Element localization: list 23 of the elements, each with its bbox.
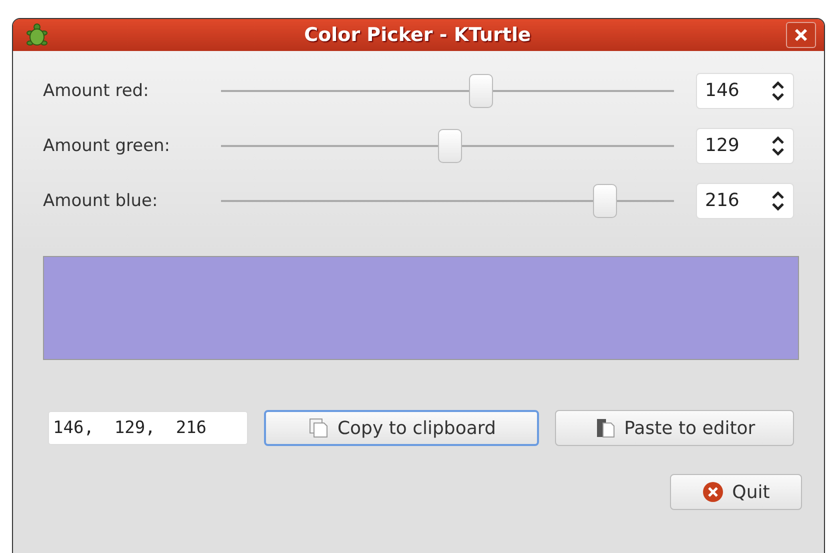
slider-handle[interactable]	[592, 184, 617, 218]
spin-arrows-icon[interactable]	[771, 80, 785, 102]
window-title: Color Picker - KTurtle	[303, 24, 532, 46]
turtle-icon	[25, 23, 49, 47]
paste-icon	[594, 417, 616, 439]
slider-label: Amount green:	[43, 136, 172, 156]
close-button[interactable]	[786, 22, 816, 48]
slider-handle[interactable]	[438, 128, 462, 162]
color-code-field[interactable]: 146, 129, 216	[48, 411, 248, 445]
close-icon	[794, 28, 808, 42]
quit-button[interactable]: Quit	[670, 474, 802, 510]
slider-label: Amount red:	[43, 80, 150, 100]
spin-box[interactable]: 129	[696, 128, 794, 164]
quit-icon	[702, 481, 724, 503]
spin-box[interactable]: 216	[696, 182, 794, 218]
spin-arrows-icon[interactable]	[771, 134, 785, 156]
paste-button[interactable]: Paste to editor	[555, 410, 794, 446]
copy-button[interactable]: Copy to clipboard	[264, 410, 540, 446]
slider-label: Amount blue:	[43, 190, 159, 210]
spin-arrows-icon[interactable]	[771, 190, 785, 212]
copy-icon	[307, 417, 330, 439]
slider-handle[interactable]	[468, 74, 493, 108]
spin-box[interactable]: 146	[696, 72, 794, 108]
